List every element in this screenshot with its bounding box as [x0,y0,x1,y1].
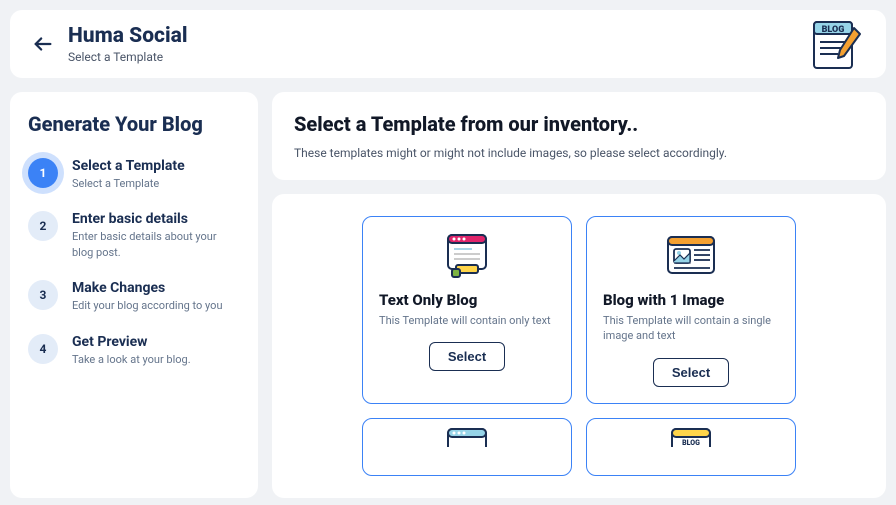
templates-container: Text Only Blog This Template will contai… [272,194,886,498]
template-text-only: Text Only Blog This Template will contai… [362,216,572,404]
steps-list: 1 Select a Template Select a Template 2 … [28,158,240,367]
step-desc: Take a look at your blog. [72,352,191,367]
step-make-changes[interactable]: 3 Make Changes Edit your blog according … [28,280,240,313]
header-text-block: Huma Social Select a Template [68,24,188,64]
step-number: 3 [28,280,58,310]
step-select-template[interactable]: 1 Select a Template Select a Template [28,158,240,191]
template-title: Text Only Blog [379,291,477,309]
template-title: Blog with 1 Image [603,291,724,309]
text-only-icon [440,233,494,279]
step-title: Enter basic details [72,211,240,227]
step-number: 1 [28,158,58,188]
main-subtitle: These templates might or might not inclu… [294,146,864,160]
blog-icon: BLOG [808,16,864,72]
template-card-partial [362,418,572,476]
step-basic-details[interactable]: 2 Enter basic details Enter basic detail… [28,211,240,260]
template-card-partial: BLOG [586,418,796,476]
header-title: Huma Social [68,24,188,48]
step-number: 4 [28,334,58,364]
main-title: Select a Template from our inventory.. [294,112,864,136]
step-desc: Edit your blog according to you [72,298,223,313]
step-title: Make Changes [72,280,223,296]
one-image-icon [664,233,718,279]
main-header: Select a Template from our inventory.. T… [272,92,886,180]
step-title: Select a Template [72,158,185,174]
template-desc: This Template will contain only text [379,313,551,328]
step-number: 2 [28,211,58,241]
template-icon-partial [440,427,494,473]
sidebar-title: Generate Your Blog [28,112,240,136]
step-title: Get Preview [72,334,191,350]
sidebar: Generate Your Blog 1 Select a Template S… [10,92,258,498]
template-icon-partial: BLOG [664,427,718,473]
back-button[interactable] [32,33,54,55]
step-desc: Enter basic details about your blog post… [72,229,240,260]
step-desc: Select a Template [72,176,185,191]
select-button[interactable]: Select [429,342,505,371]
step-get-preview[interactable]: 4 Get Preview Take a look at your blog. [28,334,240,367]
page-header: Huma Social Select a Template BLOG [10,10,886,78]
select-button[interactable]: Select [653,358,729,387]
header-subtitle: Select a Template [68,50,188,64]
svg-text:BLOG: BLOG [682,439,700,447]
template-one-image: Blog with 1 Image This Template will con… [586,216,796,404]
main-area: Select a Template from our inventory.. T… [272,92,886,498]
template-desc: This Template will contain a single imag… [603,313,779,344]
svg-text:BLOG: BLOG [822,25,845,35]
